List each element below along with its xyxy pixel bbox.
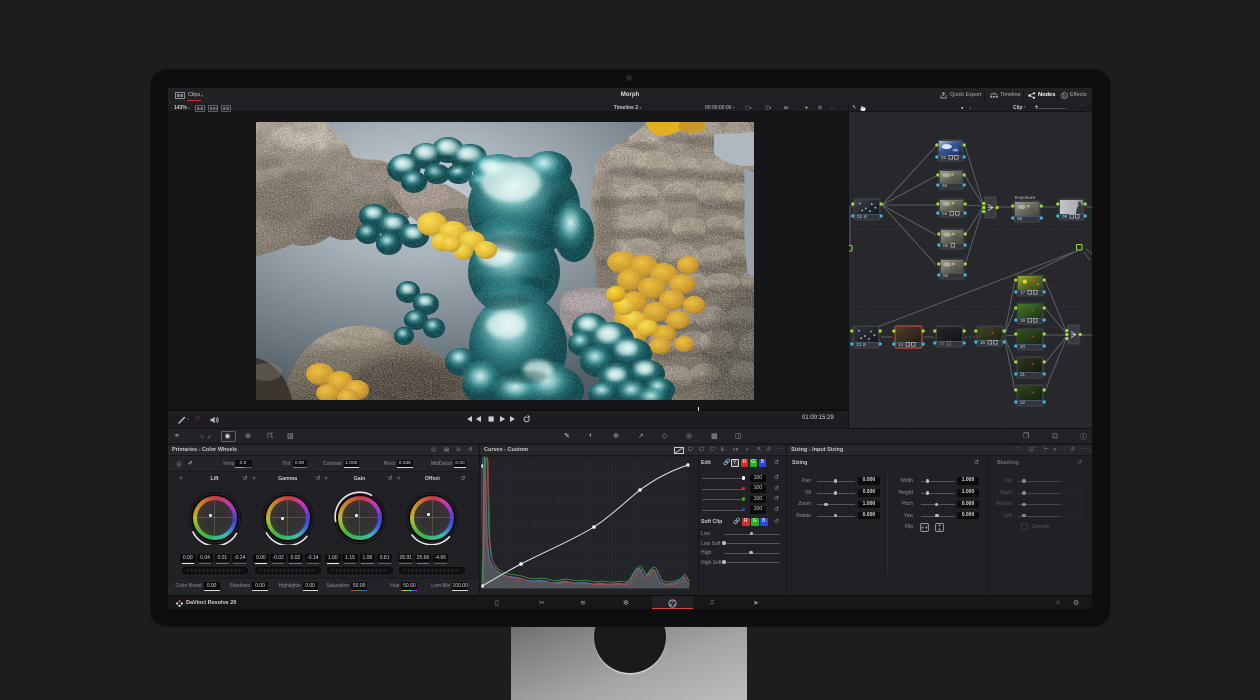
svg-text:04: 04 bbox=[942, 211, 948, 216]
svg-text:08: 08 bbox=[1017, 216, 1023, 221]
svg-text:17: 17 bbox=[1020, 290, 1026, 295]
svg-text:14: 14 bbox=[898, 342, 904, 347]
svg-text:13 ⊘: 13 ⊘ bbox=[856, 342, 866, 347]
svg-text:Exposure: Exposure bbox=[1015, 195, 1036, 201]
svg-text:15: 15 bbox=[939, 341, 945, 346]
svg-text:09: 09 bbox=[1062, 214, 1068, 219]
svg-text:01 ⊘: 01 ⊘ bbox=[857, 214, 867, 219]
svg-text:21: 21 bbox=[1020, 372, 1026, 377]
svg-text:22: 22 bbox=[1020, 400, 1026, 405]
svg-text:16: 16 bbox=[980, 340, 986, 345]
svg-text:06: 06 bbox=[943, 273, 949, 278]
svg-text:05: 05 bbox=[943, 243, 949, 248]
svg-text:03: 03 bbox=[942, 183, 948, 188]
svg-text:20: 20 bbox=[1020, 344, 1026, 349]
svg-text:19: 19 bbox=[1020, 318, 1026, 323]
svg-text:02: 02 bbox=[941, 155, 947, 160]
